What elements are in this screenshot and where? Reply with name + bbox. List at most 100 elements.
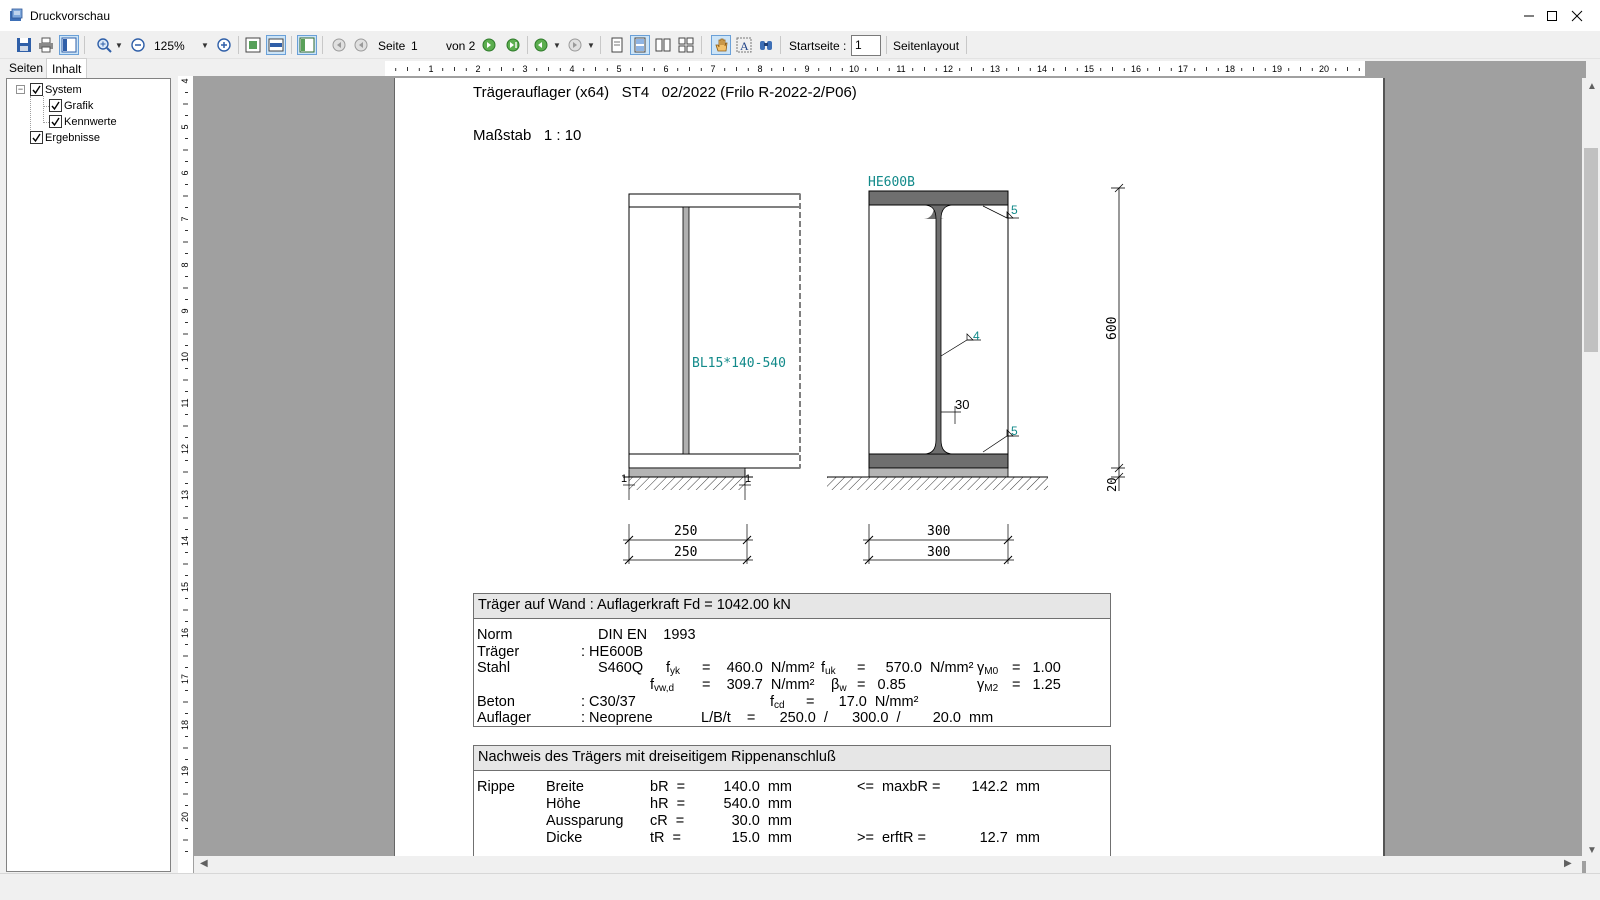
zoom-out-button[interactable]: [128, 35, 148, 55]
collapse-toggle-icon[interactable]: −: [16, 85, 25, 94]
go-back-button[interactable]: [565, 35, 585, 55]
ruler-label: 13: [180, 490, 190, 500]
checkbox-checked-icon[interactable]: [49, 115, 62, 128]
first-page-button[interactable]: [329, 35, 349, 55]
bearing-thickness-label: 20: [1105, 478, 1119, 492]
ruler-label: 15: [1084, 64, 1094, 74]
print-button[interactable]: [36, 35, 56, 55]
status-bar: [0, 873, 1600, 900]
stahl-label: Stahl: [477, 660, 511, 676]
fit-width-icon: [268, 38, 284, 52]
vertical-scrollbar[interactable]: ▲ ▼: [1582, 78, 1600, 861]
save-button[interactable]: [14, 35, 34, 55]
cutout-label: 30: [955, 397, 969, 412]
tree-node-label: Kennwerte: [64, 115, 117, 128]
find-button[interactable]: [756, 35, 776, 55]
tree-node-kennwerte[interactable]: Kennwerte: [49, 114, 117, 129]
go-forward-button[interactable]: [531, 35, 551, 55]
rib-row-compare: >= erftR =: [857, 830, 926, 846]
hand-tool-icon: [715, 38, 728, 52]
tree-node-grafik[interactable]: Grafik: [49, 98, 93, 113]
tree-connector: [43, 96, 44, 123]
ruler-label: 13: [990, 64, 1000, 74]
toolbar-separator: [780, 36, 781, 54]
vertical-ruler: 4 5 6 7 8 9 10 11 12 13 14 15 16 17 18 19 20: [178, 76, 193, 873]
previous-page-button[interactable]: [351, 35, 371, 55]
close-button[interactable]: [1554, 0, 1600, 31]
dim-left-2-label: 250: [674, 545, 697, 560]
single-page-button[interactable]: [607, 35, 627, 55]
ruler-label: 12: [180, 444, 190, 454]
last-page-icon: [506, 38, 520, 52]
scrollbar-thumb[interactable]: [1584, 148, 1598, 352]
content-tree: − System Grafik Kennwerte Ergebnisse: [6, 78, 171, 872]
page-number-field[interactable]: 1: [411, 39, 418, 53]
tab-seiten[interactable]: Seiten: [4, 58, 48, 77]
page-layout-button[interactable]: Seitenlayout: [893, 39, 959, 53]
scroll-down-icon[interactable]: ▼: [1587, 845, 1597, 856]
checkbox-checked-icon[interactable]: [30, 131, 43, 144]
scroll-right-icon[interactable]: ▶: [1564, 858, 1572, 869]
text-select-button[interactable]: A: [734, 35, 754, 55]
zoom-in-button[interactable]: [94, 35, 114, 55]
zoom-in-icon: [97, 38, 112, 53]
gamma-m2-value: = 1.25: [1012, 677, 1061, 693]
scroll-left-icon[interactable]: ◀: [200, 858, 208, 869]
ruler-label: 14: [180, 536, 190, 546]
go-back-dropdown-chevron-icon[interactable]: ▼: [587, 35, 595, 55]
rib-row-limit: 12.7 mm: [979, 830, 1040, 846]
rippe-label: Rippe: [477, 779, 515, 795]
fuk-value: = 570.0 N/mm²: [857, 660, 974, 676]
zoom-dropdown-chevron-icon[interactable]: ▼: [201, 35, 209, 55]
tree-node-system[interactable]: System: [30, 82, 82, 97]
ruler-label: 20: [180, 812, 190, 822]
scroll-up-icon[interactable]: ▲: [1587, 81, 1597, 92]
fit-width-button[interactable]: [266, 35, 286, 55]
rib-row-value: 15.0 mm: [731, 830, 792, 846]
fit-page-button[interactable]: [243, 35, 263, 55]
zoom-plus-button[interactable]: [214, 35, 234, 55]
next-page-button[interactable]: [479, 35, 499, 55]
ruler-label: 10: [180, 352, 190, 362]
checkbox-checked-icon[interactable]: [30, 83, 43, 96]
toolbar-separator: [886, 36, 887, 54]
toolbar-separator: [238, 36, 239, 54]
toolbar-separator: [527, 36, 528, 54]
rib-row-name: Breite: [546, 779, 584, 795]
toolbar-separator: [966, 36, 967, 54]
last-page-button[interactable]: [503, 35, 523, 55]
go-forward-dropdown-chevron-icon[interactable]: ▼: [553, 35, 561, 55]
page-label: Seite: [378, 39, 406, 53]
start-page-input[interactable]: 1: [851, 35, 881, 56]
ruler-label: 16: [1131, 64, 1141, 74]
checkbox-checked-icon[interactable]: [49, 99, 62, 112]
beta-w-value: = 0.85: [857, 677, 906, 693]
tree-node-ergebnisse[interactable]: Ergebnisse: [30, 130, 100, 145]
hand-tool-button[interactable]: [711, 35, 731, 55]
svg-text:A: A: [740, 39, 749, 53]
rib-row-symbol: hR =: [650, 796, 686, 812]
single-continuous-button[interactable]: [630, 35, 650, 55]
title-bar: Druckvorschau: [0, 0, 1600, 31]
ruler-label: 11: [896, 64, 905, 74]
ruler-label: 6: [180, 170, 190, 175]
toolbar-separator: [600, 36, 601, 54]
horizontal-scrollbar[interactable]: ◀ ▶: [194, 856, 1582, 873]
ruler-label: 1: [428, 64, 433, 74]
ruler-label: 11: [180, 398, 190, 407]
ruler-label: 8: [180, 262, 190, 267]
ruler-corner: [178, 61, 385, 76]
zoom-level[interactable]: 125%: [154, 39, 185, 53]
print-preview-app-icon: [8, 7, 24, 23]
thumbnail-toggle-button[interactable]: [59, 35, 79, 55]
weld-top-label: 5: [1011, 203, 1018, 217]
go-back-icon: [568, 38, 582, 52]
outline-button[interactable]: [297, 35, 317, 55]
ruler-label: 19: [1272, 64, 1282, 74]
ruler-label: 7: [180, 216, 190, 221]
two-pages-button[interactable]: [653, 35, 673, 55]
tab-inhalt[interactable]: Inhalt: [46, 58, 88, 78]
multi-page-button[interactable]: [676, 35, 696, 55]
chevron-down-icon[interactable]: ▼: [115, 35, 123, 55]
outline-icon: [299, 37, 315, 53]
